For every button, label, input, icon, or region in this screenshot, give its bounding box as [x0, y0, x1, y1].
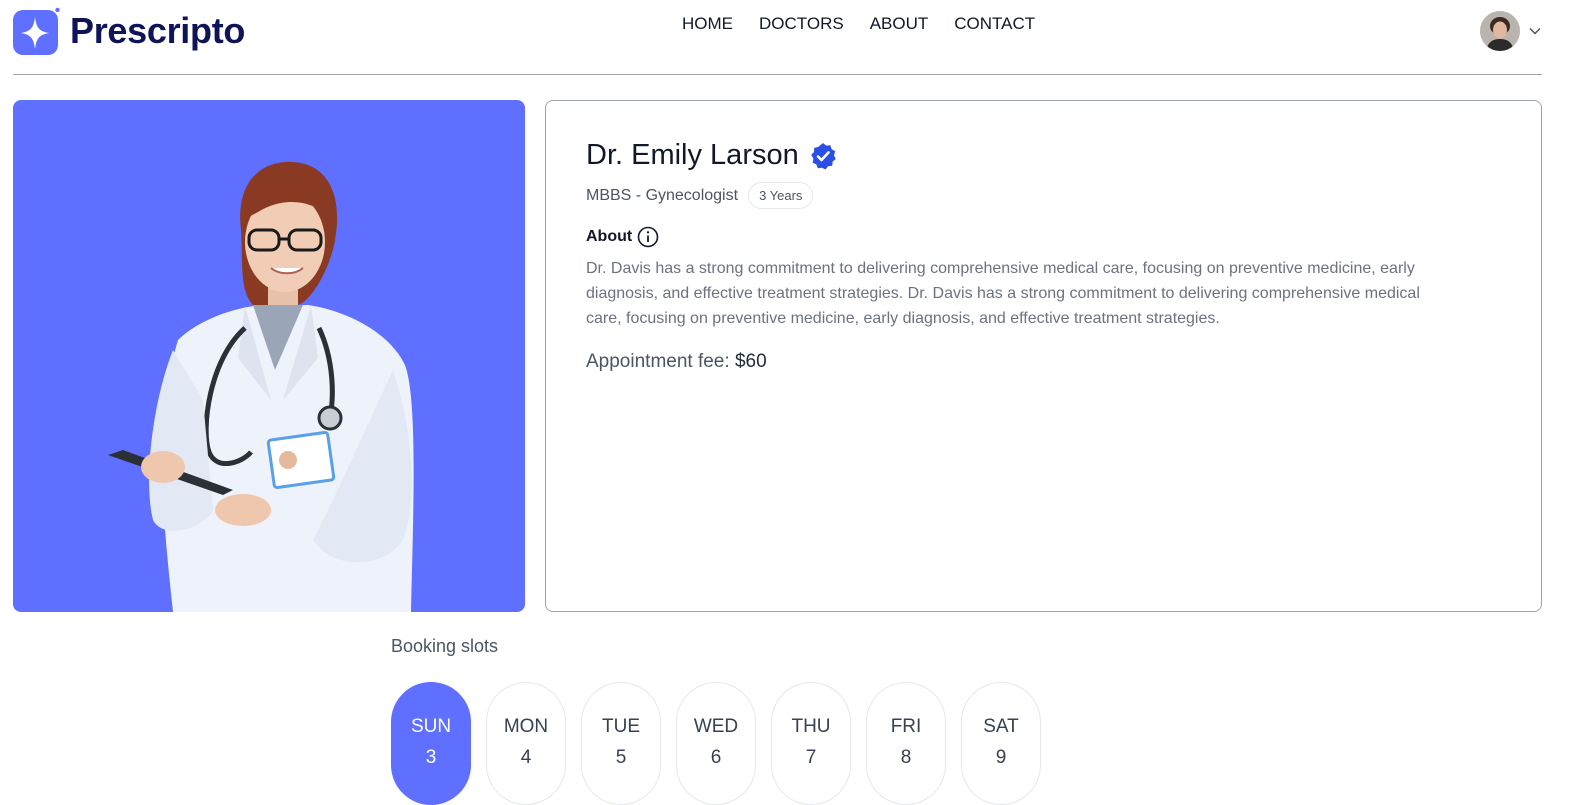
doctor-photo [13, 100, 525, 612]
speciality-row: MBBS - Gynecologist 3 Years [586, 182, 1501, 209]
experience-badge: 3 Years [748, 182, 814, 209]
about-heading: About [586, 226, 1501, 248]
info-icon [637, 226, 659, 248]
degree-speciality: MBBS - Gynecologist [586, 186, 739, 204]
fee-label: Appointment fee: [586, 351, 730, 372]
slot-date: 7 [805, 747, 817, 768]
slot-date: 8 [900, 747, 912, 768]
slot-date: 4 [520, 747, 532, 768]
slot-date: 6 [710, 747, 722, 768]
nav-home[interactable]: HOME [682, 14, 733, 34]
slot-day: THU [791, 716, 831, 737]
about-text: Dr. Davis has a strong commitment to del… [586, 260, 1420, 327]
brand-name: Prescripto [70, 10, 246, 51]
slot-day: TUE [602, 716, 640, 737]
doctor-name-row: Dr. Emily Larson [586, 139, 1501, 172]
doctor-illustration [108, 161, 414, 612]
appointment-fee: Appointment fee: $60 [586, 351, 1501, 373]
profile-menu[interactable] [1480, 11, 1542, 51]
slot-day: WED [693, 716, 739, 737]
fee-value: $60 [734, 351, 767, 372]
slot-day: SAT [983, 716, 1019, 737]
day-slot-sun[interactable]: SUN 3 [391, 682, 471, 805]
verified-badge-icon [810, 142, 836, 169]
day-slot-sat[interactable]: SAT 9 [961, 682, 1041, 805]
about-label: About [586, 228, 633, 245]
chevron-down-icon[interactable] [1528, 24, 1542, 38]
user-avatar-icon [1480, 11, 1520, 51]
day-slot-tue[interactable]: TUE 5 [581, 682, 661, 805]
brand-logo[interactable]: Prescripto [13, 6, 245, 56]
avatar[interactable] [1480, 11, 1520, 51]
logo-icon [13, 7, 60, 55]
slot-day: SUN [410, 716, 452, 737]
navbar: Prescripto HOME DOCTORS ABOUT CONTACT [13, 0, 1542, 75]
slot-day: FRI [890, 716, 922, 737]
nav-contact[interactable]: CONTACT [954, 14, 1035, 34]
nav-doctors[interactable]: DOCTORS [759, 14, 844, 34]
day-slot-fri[interactable]: FRI 8 [866, 682, 946, 805]
nav-links: HOME DOCTORS ABOUT CONTACT [682, 14, 1035, 34]
doctor-info-card: Dr. Emily Larson MBBS - Gynecologist 3 Y… [545, 100, 1542, 612]
slot-date: 5 [615, 747, 627, 768]
doctor-name: Dr. Emily Larson [586, 139, 799, 171]
day-slots: SUN 3 MON 4 TUE 5 WED 6 THU 7 FRI 8 SAT … [391, 682, 1041, 805]
day-slot-thu[interactable]: THU 7 [771, 682, 851, 805]
day-slot-mon[interactable]: MON 4 [486, 682, 566, 805]
slot-date: 3 [425, 747, 437, 768]
slot-day: MON [503, 716, 549, 737]
booking-slots-title: Booking slots [391, 636, 499, 656]
nav-about[interactable]: ABOUT [870, 14, 929, 34]
slot-date: 9 [995, 747, 1007, 768]
day-slot-wed[interactable]: WED 6 [676, 682, 756, 805]
